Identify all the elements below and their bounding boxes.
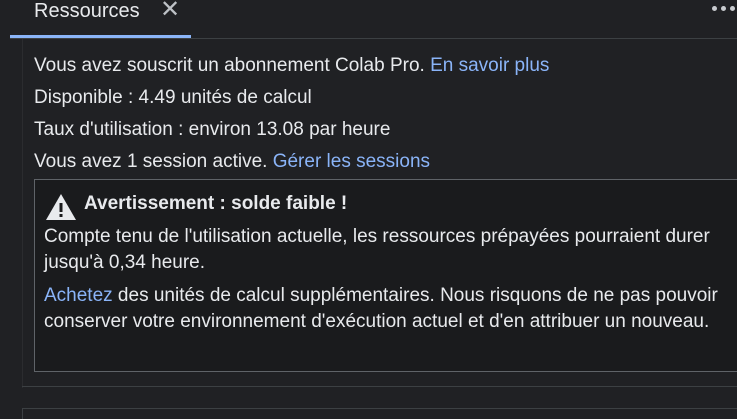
close-icon[interactable]: ✕: [160, 0, 180, 23]
low-balance-warning: Avertissement : solde faible ! Compte te…: [34, 179, 737, 372]
manage-sessions-link[interactable]: Gérer les sessions: [273, 151, 430, 172]
tab-ressources[interactable]: Ressources ✕: [10, 0, 191, 38]
learn-more-link[interactable]: En savoir plus: [430, 55, 549, 76]
subscription-line: Vous avez souscrit un abonnement Colab P…: [34, 50, 549, 82]
warning-body: Compte tenu de l'utilisation actuelle, l…: [44, 226, 710, 273]
sessions-line: Vous avez 1 session active. Gérer les se…: [34, 146, 549, 178]
sessions-text: Vous avez 1 session active.: [34, 151, 268, 172]
usage-rate: Taux d'utilisation : environ 13.08 par h…: [34, 119, 391, 140]
more-options-icon[interactable]: [712, 2, 737, 16]
bottom-panel-edge: [22, 408, 737, 419]
buy-units-link[interactable]: Achetez: [44, 285, 113, 306]
panel-left-border: [22, 38, 23, 388]
warning-buy-paragraph: Achetez des unités de calcul supplémenta…: [44, 283, 734, 335]
tab-header: Ressources ✕: [10, 0, 737, 39]
buy-text: des unités de calcul supplémentaires. No…: [44, 285, 718, 332]
warning-triangle-icon: [46, 194, 76, 220]
warning-title: Avertissement : solde faible !: [84, 193, 348, 214]
divider: [22, 386, 737, 387]
available-units: Disponible : 4.49 unités de calcul: [34, 87, 312, 108]
tab-label: Ressources: [34, 0, 140, 22]
resources-info: Vous avez souscrit un abonnement Colab P…: [34, 50, 549, 178]
subscription-text: Vous avez souscrit un abonnement Colab P…: [34, 55, 425, 76]
